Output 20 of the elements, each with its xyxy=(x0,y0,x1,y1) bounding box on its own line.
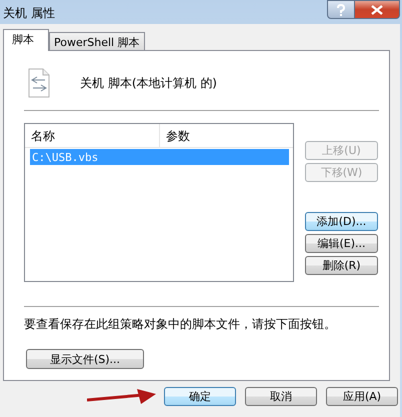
help-button[interactable] xyxy=(327,0,355,19)
dialog-button[interactable]: 取消 xyxy=(245,387,317,406)
column-header[interactable]: 参数 xyxy=(160,124,293,147)
side-button[interactable]: 删除(R) xyxy=(305,256,378,275)
close-icon xyxy=(371,4,383,14)
question-mark-icon xyxy=(336,4,346,16)
section-heading: 关机 脚本(本地计算机 的) xyxy=(80,74,217,92)
hint-text: 要查看保存在此组策略对象中的脚本文件，请按下面按钮。 xyxy=(23,316,337,333)
script-file-icon xyxy=(28,68,50,98)
window-title: 关机 属性 xyxy=(2,5,55,22)
dialog-button[interactable]: 应用(A) xyxy=(326,387,398,406)
side-button[interactable]: 添加(D)... xyxy=(305,212,378,231)
close-button[interactable] xyxy=(355,0,400,19)
tab[interactable]: PowerShell 脚本 xyxy=(49,32,145,50)
dialog-button[interactable]: 确定 xyxy=(164,387,236,406)
column-header[interactable]: 名称 xyxy=(25,124,160,147)
arrow-drawing xyxy=(87,388,157,404)
side-button[interactable]: 编辑(E)... xyxy=(305,234,378,253)
show-files-button[interactable]: 显示文件(S)... xyxy=(26,349,144,369)
tab[interactable]: 脚本 xyxy=(3,29,49,51)
